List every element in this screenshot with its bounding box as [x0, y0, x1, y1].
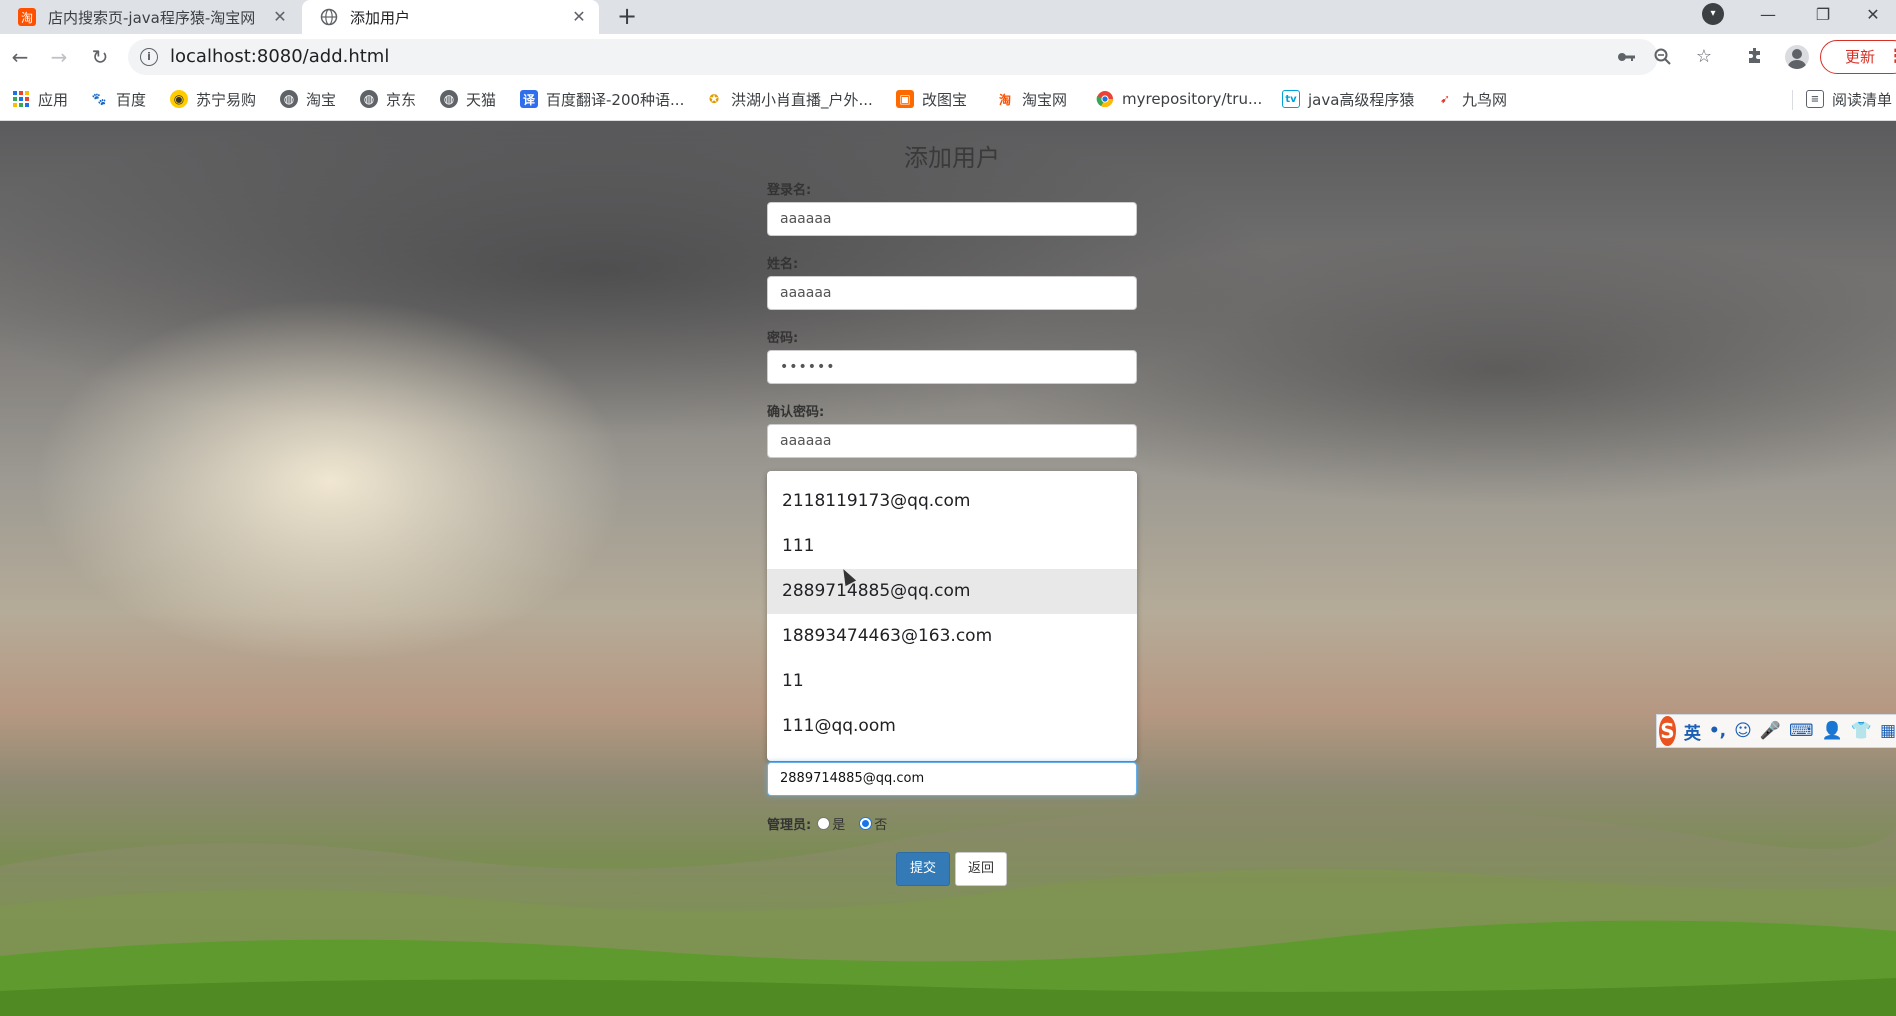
- baidu-paw-icon: 🐾: [91, 92, 107, 106]
- admin-no-radio[interactable]: [859, 816, 873, 830]
- login-name-label: 登录名:: [767, 183, 812, 198]
- admin-yes-radio[interactable]: [817, 816, 831, 830]
- admin-label: 管理员:: [767, 817, 812, 833]
- tab-add-user[interactable]: 添加用户 ✕: [302, 0, 599, 34]
- bookmark-separator: [1792, 90, 1793, 110]
- close-icon[interactable]: ✕: [569, 7, 589, 27]
- confirm-password-label: 确认密码:: [767, 405, 825, 420]
- forward-arrow-icon[interactable]: →: [45, 43, 73, 71]
- bookmark-taobao[interactable]: ◍ 淘宝: [280, 80, 336, 118]
- bookmark-taobao-net[interactable]: 淘 淘宝网: [996, 80, 1067, 118]
- admin-radio-group: 管理员: 是 否: [767, 813, 901, 833]
- autocomplete-option[interactable]: 111: [767, 524, 1137, 569]
- bookmark-suning[interactable]: ◉ 苏宁易购: [170, 80, 256, 118]
- skin-shirt-icon[interactable]: 👕: [1851, 721, 1872, 741]
- bookmark-baidu[interactable]: 🐾 百度: [90, 80, 147, 118]
- taobao-icon: 淘: [18, 8, 36, 26]
- bookmark-bilibili[interactable]: tv java高级程序猿: [1282, 80, 1414, 118]
- reload-icon[interactable]: ↻: [86, 43, 114, 71]
- full-name-input[interactable]: aaaaaa: [767, 276, 1137, 310]
- tab-strip: 淘 店内搜索页-java程序猿-淘宝网 ✕ 添加用户 ✕ + ▾ — ❐ ✕: [0, 0, 1896, 34]
- gaitubao-icon: ▣: [896, 90, 914, 108]
- admin-yes-label[interactable]: 是: [832, 814, 845, 833]
- svg-text:淘: 淘: [21, 11, 33, 25]
- bird-icon: ➹: [1439, 92, 1451, 106]
- apps-grid-icon: [12, 90, 30, 108]
- close-icon[interactable]: ✕: [270, 7, 290, 27]
- bookmark-reading-list[interactable]: ≡ 阅读清单: [1806, 80, 1892, 118]
- page-title: 添加用户: [904, 144, 1000, 172]
- star-icon[interactable]: ☆: [1693, 46, 1715, 68]
- update-label: 更新: [1845, 48, 1876, 66]
- new-tab-button[interactable]: +: [613, 3, 641, 31]
- bookmark-apps[interactable]: 应用: [12, 80, 68, 118]
- sogou-logo-icon[interactable]: S: [1659, 716, 1676, 746]
- emoji-icon[interactable]: ☺: [1734, 721, 1752, 741]
- extensions-icon[interactable]: [1744, 46, 1766, 68]
- full-name-label: 姓名:: [767, 257, 799, 272]
- url-text[interactable]: localhost:8080/add.html: [170, 46, 389, 67]
- bookmark-myrepository[interactable]: myrepository/tru...: [1096, 80, 1262, 118]
- globe-icon: ◍: [360, 90, 378, 108]
- browser-toolbar: ← → ↻ i localhost:8080/add.html ☆ 更新 ⋮: [0, 34, 1896, 80]
- tab-taobao-search[interactable]: 淘 店内搜索页-java程序猿-淘宝网 ✕: [0, 0, 300, 34]
- chrome-icon: [1096, 90, 1114, 108]
- bilibili-icon: tv: [1282, 90, 1300, 108]
- back-button[interactable]: 返回: [955, 852, 1007, 886]
- minimize-button[interactable]: —: [1745, 0, 1791, 28]
- toolbox-icon[interactable]: ▦: [1880, 721, 1896, 741]
- bookmark-gaitubao[interactable]: ▣ 改图宝: [896, 80, 967, 118]
- profile-avatar-icon[interactable]: [1785, 45, 1809, 69]
- more-menu-icon[interactable]: ⋮: [1887, 41, 1896, 73]
- autocomplete-option-hovered[interactable]: 2889714885@qq.com: [767, 569, 1137, 614]
- user-icon[interactable]: 👤: [1822, 721, 1843, 741]
- bookmark-tmall[interactable]: ◍ 天猫: [440, 80, 496, 118]
- ime-punct-toggle[interactable]: •,: [1709, 721, 1726, 741]
- taobao-icon: 淘: [998, 92, 1011, 107]
- password-label: 密码:: [767, 331, 799, 346]
- autocomplete-option[interactable]: 18893474463@163.com: [767, 614, 1137, 659]
- email-autocomplete-dropdown: 2118119173@qq.com 111 2889714885@qq.com …: [767, 471, 1137, 761]
- autocomplete-option[interactable]: 2118119173@qq.com: [767, 479, 1137, 524]
- tab-label: 添加用户: [350, 8, 411, 27]
- bookmarks-bar: 应用 🐾 百度 ◉ 苏宁易购 ◍ 淘宝 ◍ 京东 ◍ 天猫 译 百度翻译-200…: [0, 80, 1896, 121]
- translate-icon: 译: [520, 90, 538, 108]
- keyboard-icon[interactable]: ⌨: [1789, 721, 1814, 741]
- address-bar[interactable]: i localhost:8080/add.html: [128, 39, 1671, 75]
- autocomplete-option[interactable]: 11: [767, 659, 1137, 704]
- close-window-button[interactable]: ✕: [1850, 0, 1896, 28]
- ime-mode-toggle[interactable]: 英: [1684, 719, 1701, 744]
- tab-search-icon[interactable]: ▾: [1702, 3, 1724, 25]
- back-arrow-icon[interactable]: ←: [6, 43, 34, 71]
- bookmark-jd[interactable]: ◍ 京东: [360, 80, 416, 118]
- login-name-input[interactable]: aaaaaa: [767, 202, 1137, 236]
- restore-button[interactable]: ❐: [1800, 0, 1846, 28]
- ime-toolbar: S 英 •, ☺ 🎤 ⌨ 👤 👕 ▦: [1656, 714, 1896, 748]
- reading-list-icon: ≡: [1806, 90, 1824, 108]
- password-input[interactable]: ••••••: [767, 350, 1137, 384]
- submit-button[interactable]: 提交: [896, 852, 950, 886]
- bookmark-baidu-translate[interactable]: 译 百度翻译-200种语...: [520, 80, 684, 118]
- bookmark-jiuniao[interactable]: ➹ 九鸟网: [1436, 80, 1507, 118]
- globe-icon: ◍: [280, 90, 298, 108]
- suning-icon: ◉: [170, 90, 188, 108]
- confirm-password-input[interactable]: aaaaaa: [767, 424, 1137, 458]
- globe-icon: ◍: [440, 90, 458, 108]
- email-input[interactable]: 2889714885@qq.com: [767, 762, 1137, 796]
- huya-icon: ✪: [708, 92, 720, 106]
- globe-icon: [320, 8, 338, 26]
- microphone-icon[interactable]: 🎤: [1760, 721, 1781, 741]
- zoom-icon[interactable]: [1653, 47, 1673, 67]
- key-icon[interactable]: [1616, 47, 1636, 67]
- bookmark-huya[interactable]: ✪ 洪湖小肖直播_户外...: [705, 80, 873, 118]
- update-button[interactable]: 更新 ⋮: [1820, 40, 1896, 74]
- autocomplete-option[interactable]: 111@qq.oom: [767, 704, 1137, 749]
- admin-no-label[interactable]: 否: [874, 814, 887, 833]
- info-icon[interactable]: i: [140, 48, 158, 66]
- tab-label: 店内搜索页-java程序猿-淘宝网: [48, 8, 256, 27]
